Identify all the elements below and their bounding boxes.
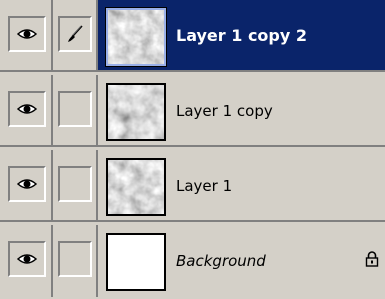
link-column	[53, 150, 98, 222]
row-divider	[0, 70, 385, 72]
visibility-column	[0, 225, 53, 297]
paintbrush-icon	[68, 25, 83, 42]
link-toggle[interactable]	[58, 166, 92, 202]
layer-row-layer-1-copy[interactable]: Layer 1 copy	[0, 75, 385, 147]
clouds-thumbnail	[108, 10, 164, 64]
clouds-thumbnail	[108, 85, 164, 139]
layer-name[interactable]: Layer 1	[176, 150, 232, 222]
link-column	[53, 225, 98, 297]
layer-row-layer-1-copy-2[interactable]: Layer 1 copy 2	[0, 0, 385, 72]
row-divider	[0, 145, 385, 147]
visibility-toggle[interactable]	[8, 241, 46, 277]
layer-body[interactable]: Layer 1 copy 2	[98, 0, 385, 72]
link-toggle[interactable]	[58, 91, 92, 127]
layer-name[interactable]: Background	[176, 225, 266, 297]
layer-name[interactable]: Layer 1 copy 2	[176, 0, 307, 72]
layer-row-layer-1[interactable]: Layer 1	[0, 150, 385, 222]
visibility-column	[0, 150, 53, 222]
layer-body[interactable]: Background	[98, 225, 385, 297]
layer-thumbnail	[106, 83, 166, 141]
link-column	[53, 75, 98, 147]
layer-body[interactable]: Layer 1	[98, 150, 385, 222]
visibility-column	[0, 75, 53, 147]
eye-icon	[17, 29, 37, 39]
layer-thumbnail	[105, 7, 167, 67]
layer-thumbnail	[106, 158, 166, 216]
visibility-toggle[interactable]	[8, 91, 46, 127]
layer-row-background[interactable]: Background	[0, 225, 385, 297]
visibility-toggle[interactable]	[8, 16, 46, 52]
visibility-column	[0, 0, 53, 72]
layer-body[interactable]: Layer 1 copy	[98, 75, 385, 147]
visibility-toggle[interactable]	[8, 166, 46, 202]
row-divider	[0, 220, 385, 222]
link-toggle[interactable]	[58, 241, 92, 277]
eye-icon	[17, 179, 37, 189]
link-column	[53, 0, 98, 72]
eye-icon	[17, 254, 37, 264]
layer-name[interactable]: Layer 1 copy	[176, 75, 273, 147]
eye-icon	[17, 104, 37, 114]
lock-icon	[365, 251, 379, 267]
clouds-thumbnail	[108, 160, 164, 214]
layer-thumbnail	[106, 233, 166, 291]
brush-toggle[interactable]	[58, 16, 92, 52]
layers-panel: Layer 1 copy 2 Layer 1 copy Layer 1 Back…	[0, 0, 385, 299]
